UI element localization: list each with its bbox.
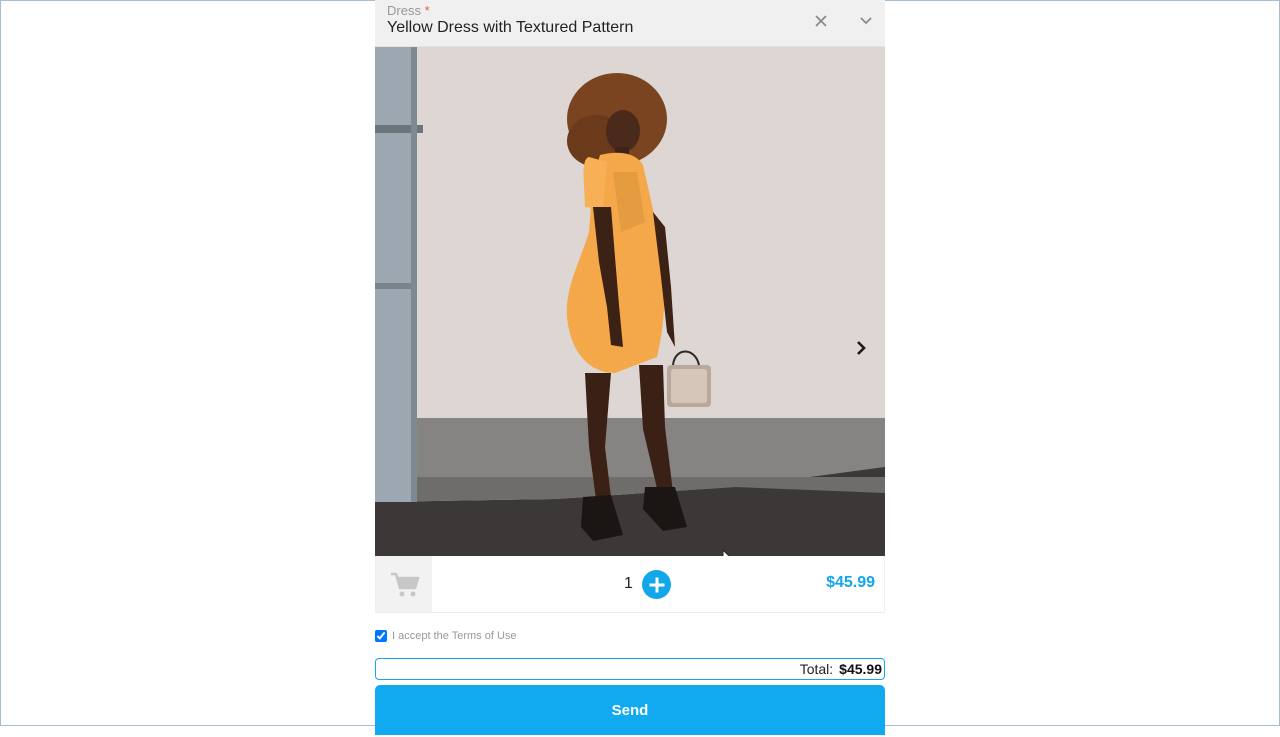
product-select-label: Dress * [387,3,430,18]
cart-icon [391,572,420,597]
terms-row: I accept the Terms of Use [375,628,517,644]
required-marker: * [424,3,430,18]
terms-checkbox[interactable] [375,630,387,642]
plus-icon[interactable] [642,570,671,599]
total-value: $45.99 [839,661,882,677]
item-price: $45.99 [826,574,875,591]
mouse-cursor-icon [722,549,730,556]
order-form: Dress * Yellow Dress with Textured Patte… [375,0,885,735]
chevron-down-icon[interactable] [859,14,873,28]
product-image [375,47,885,556]
selected-product[interactable]: Yellow Dress with Textured Pattern [387,19,633,37]
total-field: Total: $45.99 [375,658,885,680]
cart-button[interactable] [376,556,432,612]
send-button[interactable]: Send [375,685,885,735]
quantity-value[interactable]: 1 [624,575,633,593]
chevron-right-icon[interactable] [853,339,869,357]
order-row: 1 $45.99 [375,556,885,613]
field-label-text: Dress [387,3,421,18]
total-label: Total: [799,661,834,677]
product-photo [375,47,885,556]
close-icon[interactable] [813,13,829,29]
product-select[interactable]: Dress * Yellow Dress with Textured Patte… [375,0,885,47]
terms-label[interactable]: I accept the Terms of Use [392,630,517,642]
